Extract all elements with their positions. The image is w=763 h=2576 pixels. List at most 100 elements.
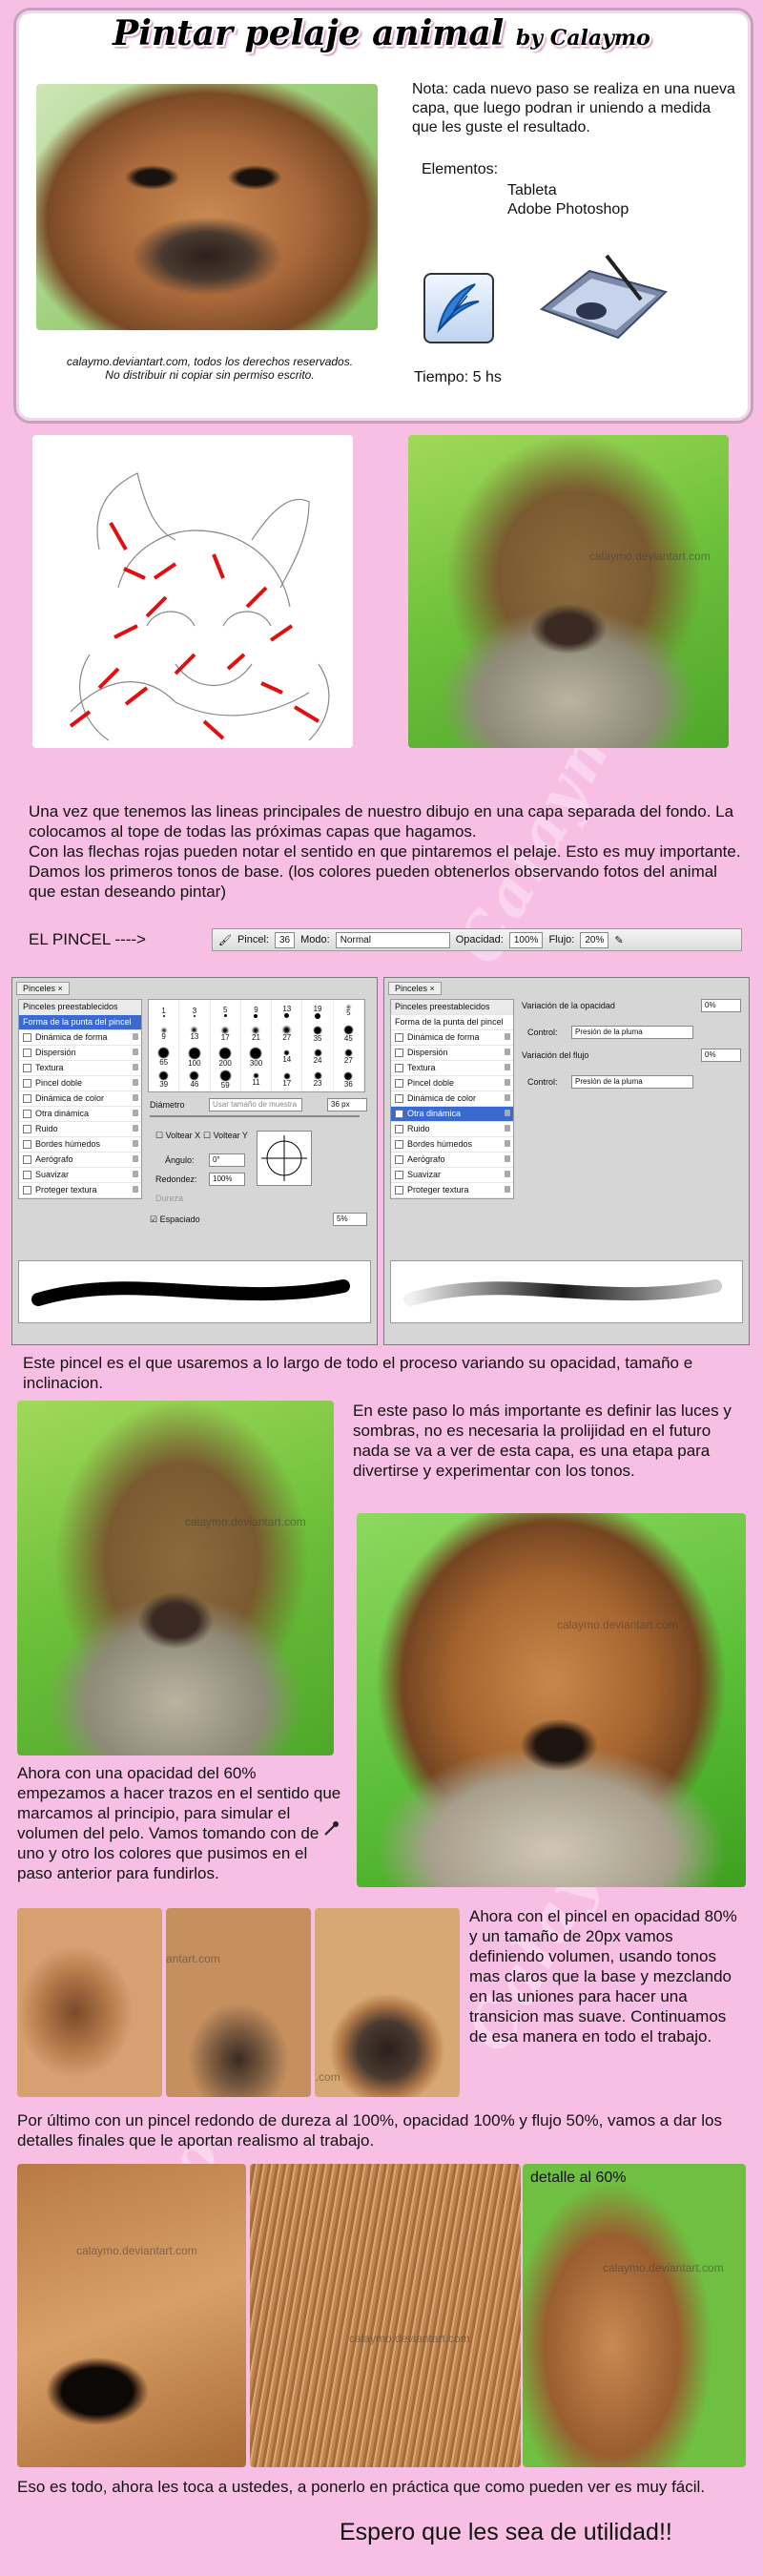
brush-preset[interactable]: 46	[179, 1069, 211, 1091]
brush-setting-item[interactable]: Dispersión	[19, 1046, 141, 1061]
brush-preset[interactable]: 35	[302, 1023, 334, 1046]
brush-preset[interactable]: 200	[211, 1046, 241, 1069]
setting-checkbox[interactable]	[395, 1155, 403, 1165]
angle-roundness-widget[interactable]	[257, 1131, 312, 1186]
setting-checkbox[interactable]	[395, 1186, 403, 1195]
brush-preset[interactable]: 13	[272, 1000, 303, 1023]
brush-setting-item[interactable]: Bordes húmedos	[391, 1137, 513, 1153]
airbrush-icon[interactable]: ✎	[614, 934, 623, 946]
mode-select[interactable]: Normal	[335, 931, 450, 948]
spacing-input[interactable]: 5%	[333, 1213, 367, 1226]
setting-checkbox[interactable]	[395, 1094, 403, 1104]
brush-presets-grid[interactable]: 1 3 5 9 13 19 5 9 13 17 21 27 35 45 65 100 200 300 14 24 27 3…	[148, 999, 365, 1092]
setting-checkbox[interactable]	[395, 1064, 403, 1073]
brush-setting-item[interactable]: Suavizar	[19, 1168, 141, 1183]
brush-setting-item[interactable]: Suavizar	[391, 1168, 513, 1183]
brush-preset[interactable]: 3	[179, 1000, 211, 1023]
brush-setting-item[interactable]: Forma de la punta del pincel	[19, 1015, 141, 1030]
setting-checkbox[interactable]	[23, 1125, 31, 1134]
brush-preset[interactable]: 100	[179, 1046, 211, 1069]
brush-setting-item[interactable]: Textura	[391, 1061, 513, 1076]
control-select-2[interactable]: Presión de la pluma	[571, 1075, 693, 1089]
setting-checkbox[interactable]	[395, 1079, 403, 1089]
brush-preset[interactable]: 45	[334, 1023, 364, 1046]
brush-setting-item[interactable]: Bordes húmedos	[19, 1137, 141, 1153]
brush-preset[interactable]: 21	[241, 1023, 273, 1046]
brush-preset[interactable]: 27	[272, 1023, 303, 1046]
panel-tab[interactable]: Pinceles ×	[16, 982, 70, 995]
brush-preset[interactable]: 5	[334, 1000, 364, 1023]
brush-setting-item[interactable]: Dinámica de forma	[19, 1030, 141, 1046]
setting-checkbox[interactable]	[23, 1186, 31, 1195]
brush-preset[interactable]: 5	[211, 1000, 241, 1023]
brush-preset[interactable]: 39	[149, 1069, 180, 1091]
brush-setting-item[interactable]: Otra dinámica	[391, 1107, 513, 1122]
brush-preset[interactable]: 23	[302, 1069, 334, 1091]
setting-checkbox[interactable]	[23, 1094, 31, 1104]
brush-setting-item[interactable]: Proteger textura	[19, 1183, 141, 1198]
diameter-input[interactable]: 36 px	[327, 1098, 367, 1111]
diameter-slider[interactable]	[150, 1115, 360, 1117]
brush-setting-item[interactable]: Forma de la punta del pincel	[391, 1015, 513, 1030]
setting-checkbox[interactable]	[395, 1049, 403, 1058]
setting-checkbox[interactable]	[395, 1033, 403, 1043]
brush-setting-item[interactable]: Pincel doble	[391, 1076, 513, 1091]
brush-preset[interactable]: 9	[149, 1023, 180, 1046]
brush-setting-item[interactable]: Pinceles preestablecidos	[391, 1000, 513, 1015]
setting-checkbox[interactable]	[23, 1155, 31, 1165]
diameter-sample-button[interactable]: Usar tamaño de muestra	[209, 1098, 302, 1111]
brush-setting-item[interactable]: Pincel doble	[19, 1076, 141, 1091]
brush-setting-item[interactable]: Dinámica de forma	[391, 1030, 513, 1046]
brush-preset[interactable]: 24	[302, 1046, 334, 1069]
setting-checkbox[interactable]	[395, 1125, 403, 1134]
setting-checkbox[interactable]	[395, 1110, 403, 1119]
brush-setting-item[interactable]: Textura	[19, 1061, 141, 1076]
panel-tab[interactable]: Pinceles ×	[388, 982, 442, 995]
flow-variation-input[interactable]: 0%	[701, 1049, 741, 1062]
brush-preset[interactable]: 13	[179, 1023, 211, 1046]
opacity-input[interactable]: 100%	[508, 931, 544, 948]
brush-preset[interactable]: 1	[149, 1000, 180, 1023]
control-select[interactable]: Presión de la pluma	[571, 1026, 693, 1039]
brush-setting-item[interactable]: Ruido	[391, 1122, 513, 1137]
setting-checkbox[interactable]	[23, 1110, 31, 1119]
setting-checkbox[interactable]	[395, 1140, 403, 1150]
brush-size-picker[interactable]: 36	[275, 931, 296, 948]
brush-setting-item[interactable]: Dinámica de color	[391, 1091, 513, 1107]
brush-preset[interactable]: 14	[272, 1046, 303, 1069]
brush-preset[interactable]: 65	[149, 1046, 180, 1069]
setting-checkbox[interactable]	[23, 1049, 31, 1058]
flip-x-checkbox[interactable]: ☐ Voltear X	[155, 1131, 200, 1141]
brush-setting-item[interactable]: Pinceles preestablecidos	[19, 1000, 141, 1015]
brush-preset[interactable]: 36	[334, 1069, 364, 1091]
flip-y-checkbox[interactable]: ☐ Voltear Y	[203, 1131, 248, 1141]
setting-checkbox[interactable]	[23, 1079, 31, 1089]
setting-checkbox[interactable]	[23, 1171, 31, 1180]
setting-checkbox[interactable]	[23, 1064, 31, 1073]
brush-preset[interactable]: 17	[272, 1069, 303, 1091]
brush-setting-item[interactable]: Dispersión	[391, 1046, 513, 1061]
brush-preset[interactable]: 9	[241, 1000, 273, 1023]
brush-tool-icon[interactable]: 🖌	[218, 934, 232, 946]
flow-input[interactable]: 20%	[580, 931, 609, 948]
setting-checkbox[interactable]	[23, 1033, 31, 1043]
setting-checkbox[interactable]	[23, 1140, 31, 1150]
brush-tip-icon	[283, 1072, 290, 1079]
brush-setting-item[interactable]: Proteger textura	[391, 1183, 513, 1198]
brush-preset[interactable]: 17	[211, 1023, 241, 1046]
angle-input[interactable]: 0°	[209, 1153, 245, 1167]
brush-setting-item[interactable]: Ruido	[19, 1122, 141, 1137]
brush-preset[interactable]: 300	[241, 1046, 273, 1069]
brush-preset[interactable]: 27	[334, 1046, 364, 1069]
spacing-checkbox[interactable]: ☑ Espaciado	[150, 1215, 200, 1225]
brush-preset[interactable]: 59	[211, 1069, 241, 1091]
setting-checkbox[interactable]	[395, 1171, 403, 1180]
brush-setting-item[interactable]: Dinámica de color	[19, 1091, 141, 1107]
roundness-input[interactable]: 100%	[209, 1173, 245, 1186]
brush-preset[interactable]: 19	[302, 1000, 334, 1023]
brush-setting-item[interactable]: Otra dinámica	[19, 1107, 141, 1122]
brush-setting-item[interactable]: Aerógrafo	[19, 1153, 141, 1168]
opacity-variation-input[interactable]: 0%	[701, 999, 741, 1012]
brush-setting-item[interactable]: Aerógrafo	[391, 1153, 513, 1168]
brush-preset[interactable]: 11	[241, 1069, 273, 1091]
